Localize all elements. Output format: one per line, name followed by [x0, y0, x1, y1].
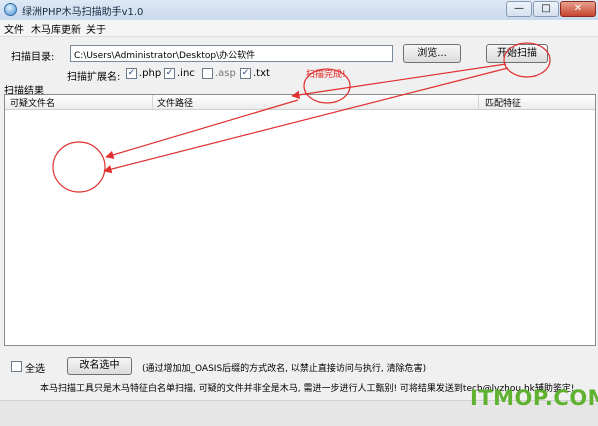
- column-divider[interactable]: [478, 95, 479, 109]
- close-button[interactable]: ✕: [560, 1, 596, 17]
- ext-php-label: .php: [139, 68, 162, 79]
- ext-asp-label: .asp: [215, 68, 236, 79]
- ext-txt-checkbox[interactable]: ✓: [240, 68, 251, 79]
- ext-label: 扫描扩展名:: [67, 72, 121, 83]
- rename-note: (通过增加加_OASIS后缀的方式改名, 以禁止直接访问与执行, 清除危害): [142, 364, 427, 374]
- scan-dir-input[interactable]: C:\Users\Administrator\Desktop\办公软件: [70, 45, 393, 62]
- ext-inc-label: .inc: [177, 68, 195, 79]
- start-scan-button[interactable]: 开始扫描: [486, 44, 548, 63]
- minimize-button[interactable]: —: [506, 1, 532, 17]
- window-title: 绿洲PHP木马扫描助手v1.0: [22, 7, 144, 18]
- ext-txt-label: .txt: [253, 68, 270, 79]
- column-header-match[interactable]: 匹配特征: [485, 96, 521, 109]
- app-icon: [4, 3, 17, 16]
- select-all-checkbox[interactable]: [11, 361, 22, 372]
- menu-trojan-db-update[interactable]: 木马库更新: [31, 21, 81, 36]
- column-header-filename[interactable]: 可疑文件名: [10, 96, 55, 109]
- ext-asp-checkbox[interactable]: [202, 68, 213, 79]
- ext-inc-checkbox[interactable]: ✓: [164, 68, 175, 79]
- column-header-filepath[interactable]: 文件路径: [157, 96, 193, 109]
- maximize-button[interactable]: □: [533, 1, 559, 17]
- scan-status: 扫描完成!: [306, 70, 346, 80]
- select-all-label: 全选: [25, 364, 45, 375]
- column-divider[interactable]: [152, 95, 153, 109]
- browse-button[interactable]: 浏览...: [403, 44, 461, 63]
- rename-selected-button[interactable]: 改名选中: [67, 357, 132, 375]
- ext-php-checkbox[interactable]: ✓: [126, 68, 137, 79]
- menu-file[interactable]: 文件: [4, 21, 24, 36]
- menu-about[interactable]: 关于: [86, 21, 106, 36]
- results-table[interactable]: [4, 94, 596, 346]
- scan-dir-label: 扫描目录:: [11, 52, 55, 63]
- watermark-logo: ITMOP.COM: [470, 386, 598, 410]
